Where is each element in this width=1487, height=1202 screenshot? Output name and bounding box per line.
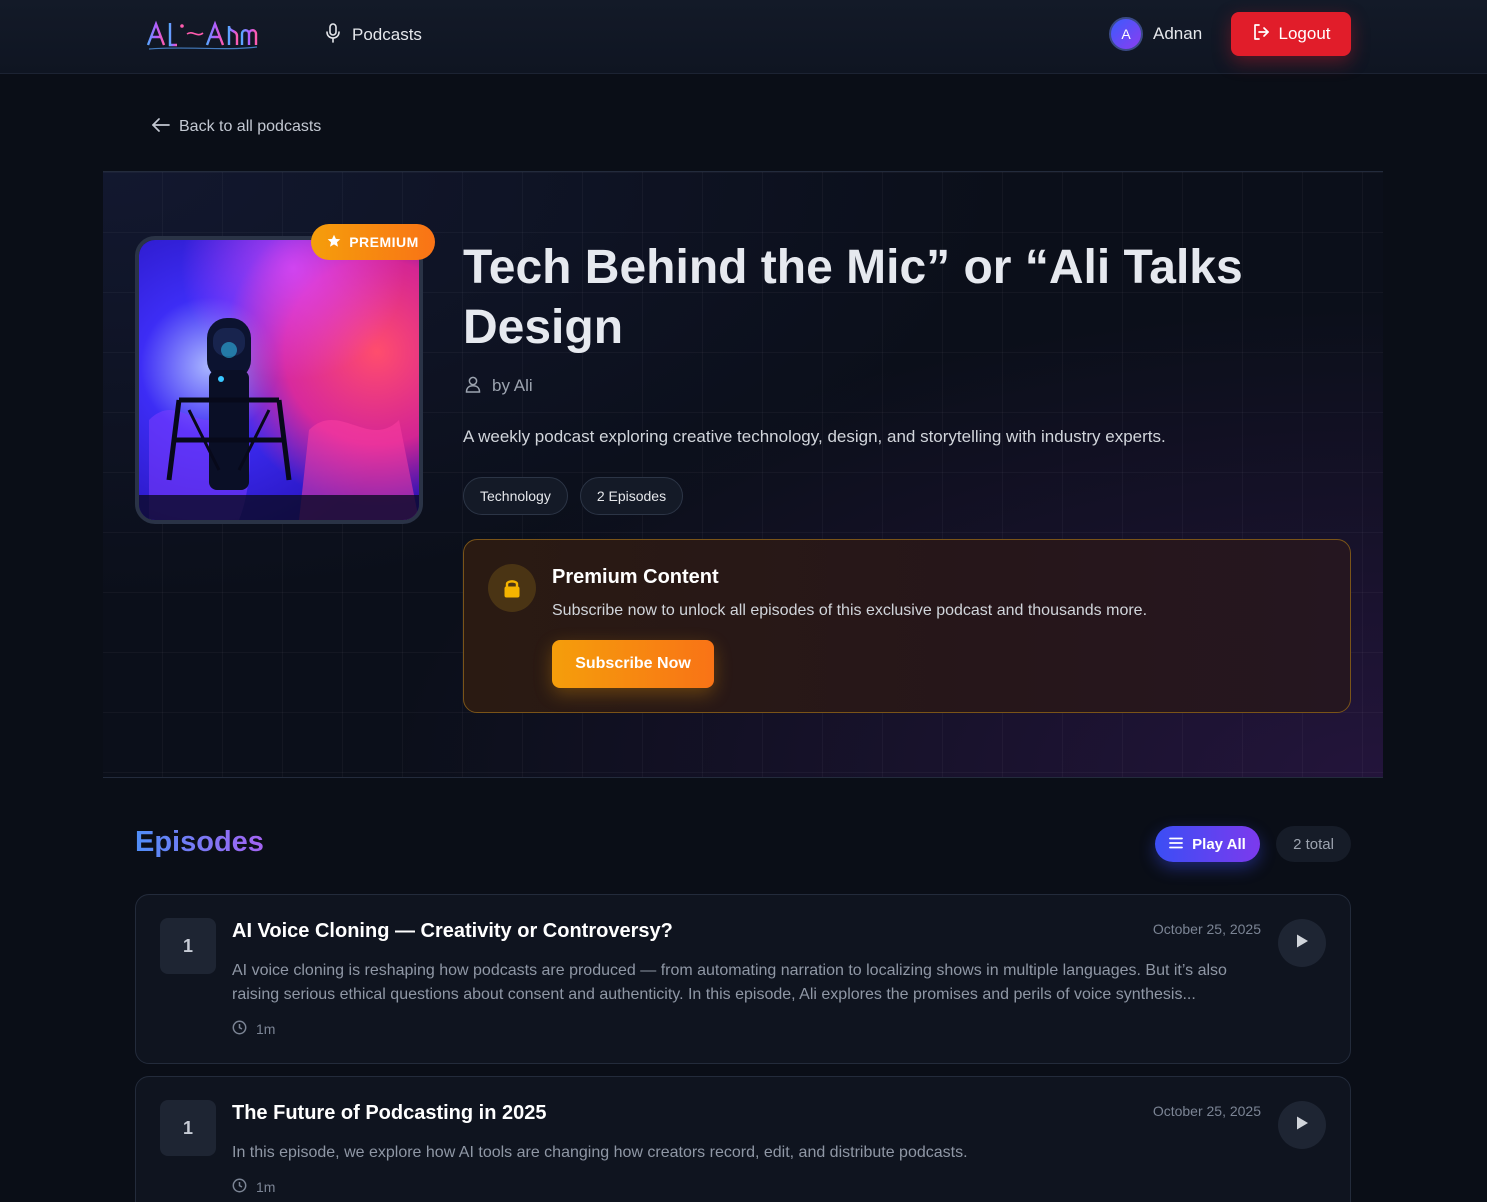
premium-content-title: Premium Content [552,566,719,588]
premium-content-text: Subscribe now to unlock all episodes of … [552,602,1148,619]
episode-number: 1 [160,1100,216,1156]
list-icon [1169,836,1184,853]
tag-episode-count: 2 Episodes [579,477,684,515]
subscribe-now-button[interactable]: Subscribe Now [552,640,714,688]
app-logo[interactable] [145,18,261,52]
episode-play-button[interactable] [1278,919,1326,967]
episodes-total-badge: 2 total [1276,826,1351,862]
back-to-podcasts-link[interactable]: Back to all podcasts [151,115,321,139]
logout-label: Logout [1278,24,1331,43]
avatar[interactable]: A [1109,17,1143,51]
clock-icon [232,1020,247,1038]
podcast-description: A weekly podcast exploring creative tech… [463,427,1166,446]
star-icon [327,234,341,251]
episode-title[interactable]: AI Voice Cloning — Creativity or Controv… [232,920,673,943]
podcast-tags: Technology 2 Episodes [463,477,684,515]
clock-icon [232,1178,247,1196]
podcast-cover-image [135,236,423,524]
top-navigation-bar: Podcasts A Adnan Logout [0,0,1487,74]
episode-title[interactable]: The Future of Podcasting in 2025 [232,1102,547,1125]
episode-duration: 1m [232,1177,275,1197]
episode-description: In this episode, we explore how AI tools… [232,1144,968,1161]
arrow-left-icon [151,117,170,138]
episode-duration: 1m [232,1019,275,1039]
episodes-heading: Episodes [135,826,264,858]
episode-card[interactable]: 1 AI Voice Cloning — Creativity or Contr… [135,894,1351,1064]
episode-description: AI voice cloning is reshaping how podcas… [232,962,1227,1003]
episode-date: October 25, 2025 [1152,1103,1261,1119]
author-name: by Ali [492,376,533,395]
play-all-label: Play All [1192,835,1246,853]
logout-button[interactable]: Logout [1231,12,1351,56]
podcast-title: Tech Behind the Mic” or “Ali Talks Desig… [463,241,1243,354]
nav-podcasts-link[interactable]: Podcasts [324,22,422,48]
episode-number: 1 [160,918,216,974]
podcast-author: by Ali [464,374,533,398]
episode-card[interactable]: 1 The Future of Podcasting in 2025 Octob… [135,1076,1351,1202]
play-icon [1295,1115,1309,1136]
user-name: Adnan [1153,24,1203,43]
tag-category[interactable]: Technology [463,477,568,515]
episode-play-button[interactable] [1278,1101,1326,1149]
logout-icon [1252,23,1270,46]
episode-duration-label: 1m [256,1021,276,1037]
premium-content-card: Premium Content Subscribe now to unlock … [463,539,1351,713]
episode-date: October 25, 2025 [1152,921,1261,937]
play-all-button[interactable]: Play All [1155,826,1260,862]
premium-badge: PREMIUM [311,224,435,260]
episode-duration-label: 1m [256,1179,276,1195]
lock-icon [488,564,536,612]
nav-podcasts-label: Podcasts [352,25,422,44]
back-link-label: Back to all podcasts [179,118,322,135]
user-icon [464,375,482,398]
user-menu[interactable]: A Adnan [1109,17,1202,51]
play-icon [1295,933,1309,954]
premium-badge-label: PREMIUM [349,234,419,250]
microphone-icon [324,22,342,48]
